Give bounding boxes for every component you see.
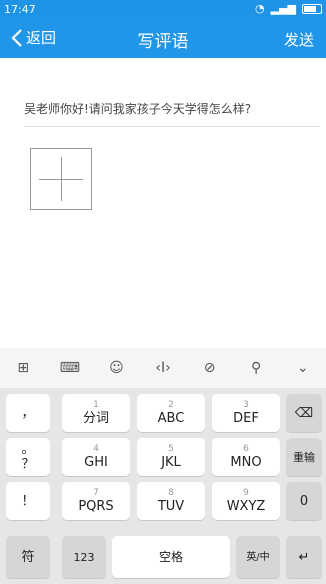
add-photo-button[interactable]	[30, 148, 92, 210]
keyboard: ， 1 分词 2 ABC 3 DEF ⌫ 。 ？ 4 GHI 5 JKL 6 M…	[0, 388, 326, 584]
nav-bar: 返回 写评语 发送	[0, 18, 326, 58]
key-1[interactable]: 1 分词	[62, 394, 130, 432]
status-time: 17:47	[4, 3, 36, 16]
key-period[interactable]: 。 ？	[6, 438, 50, 476]
enter-icon: ↵	[298, 549, 310, 565]
key-3[interactable]: 3 DEF	[212, 394, 280, 432]
chevron-down-icon[interactable]: ⌄	[279, 360, 326, 376]
status-bar: 17:47 ◔ ▂▄▆	[0, 0, 326, 18]
divider	[24, 126, 320, 127]
search-icon[interactable]: ⚲	[233, 360, 280, 376]
compose-area: 吴老师你好!请问我家孩子今天学得怎么样?	[0, 58, 326, 348]
enter-key[interactable]: ↵	[286, 536, 322, 578]
key-4[interactable]: 4 GHI	[62, 438, 130, 476]
keyboard-icon[interactable]: ⌨	[47, 360, 94, 376]
key-6[interactable]: 6 MNO	[212, 438, 280, 476]
key-0[interactable]: 0	[286, 482, 322, 520]
key-exclaim[interactable]: ！	[6, 482, 50, 520]
grid-icon[interactable]: ⊞	[0, 360, 47, 376]
key-9[interactable]: 9 WXYZ	[212, 482, 280, 520]
symbol-key[interactable]: 符	[6, 536, 50, 578]
key-5[interactable]: 5 JKL	[137, 438, 205, 476]
backspace-key[interactable]: ⌫	[286, 394, 322, 432]
comment-input[interactable]: 吴老师你好!请问我家孩子今天学得怎么样?	[24, 100, 251, 117]
emoji-icon[interactable]: ☺	[93, 360, 140, 376]
key-8[interactable]: 8 TUV	[137, 482, 205, 520]
status-icons: ◔ ▂▄▆	[255, 2, 322, 15]
key-7[interactable]: 7 PQRS	[62, 482, 130, 520]
cursor-icon[interactable]: ‹I›	[140, 360, 187, 376]
space-key[interactable]: 空格	[112, 536, 230, 578]
number-key[interactable]: 123	[62, 536, 106, 578]
lang-switch-key[interactable]: 英/中	[236, 536, 280, 578]
key-comma[interactable]: ，	[6, 394, 50, 432]
signal-icon: ▂▄▆	[270, 2, 296, 15]
keyboard-toolbar: ⊞ ⌨ ☺ ‹I› ⊘ ⚲ ⌄	[0, 348, 326, 388]
key-2[interactable]: 2 ABC	[137, 394, 205, 432]
link-icon[interactable]: ⊘	[186, 360, 233, 376]
backspace-icon: ⌫	[294, 405, 314, 421]
wifi-icon: ◔	[255, 2, 265, 15]
page-title: 写评语	[137, 32, 189, 52]
reset-key[interactable]: 重输	[286, 438, 322, 476]
battery-icon	[302, 3, 322, 14]
send-button[interactable]: 发送	[284, 29, 314, 50]
